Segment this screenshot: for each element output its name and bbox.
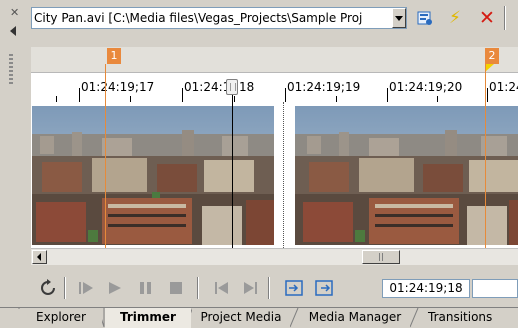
frame-boundary-line — [283, 102, 284, 248]
lightning-icon[interactable]: ⚡ — [444, 8, 466, 28]
add-to-timeline-end-icon[interactable] — [314, 278, 334, 298]
scrollbar-thumb[interactable] — [362, 250, 400, 264]
tab-transitions[interactable]: Transitions — [420, 308, 518, 328]
stop-icon[interactable] — [166, 278, 186, 298]
ruler-tick — [387, 88, 388, 102]
drag-handle[interactable] — [9, 54, 13, 84]
ruler-label: 01:24 — [489, 80, 518, 94]
horizontal-scrollbar[interactable] — [31, 248, 518, 265]
ruler-label: 01:24:19;19 — [287, 80, 361, 94]
transport-separator — [64, 277, 66, 299]
play-icon[interactable] — [105, 278, 125, 298]
marker-2-line — [485, 64, 486, 248]
transport-separator — [268, 277, 270, 299]
ruler-tick — [285, 88, 286, 102]
close-window-icon[interactable]: ✕ — [10, 6, 19, 19]
add-to-timeline-start-icon[interactable] — [284, 278, 304, 298]
marker-2[interactable]: 2 — [485, 48, 499, 64]
tab-media-manager[interactable]: Media Manager — [300, 308, 410, 328]
scroll-left-button[interactable] — [32, 250, 47, 264]
toolbar-separator — [504, 6, 506, 30]
collapse-arrow-icon[interactable] — [10, 26, 16, 36]
media-file-dropdown-value: City Pan.avi [C:\Media files\Vegas_Proje… — [34, 11, 363, 25]
secondary-timecode-display[interactable] — [472, 279, 518, 298]
marker-1-line — [105, 64, 106, 248]
playhead-handle[interactable] — [226, 79, 238, 95]
ruler-tick — [487, 88, 488, 102]
marker-2-flag-icon — [485, 64, 494, 72]
ruler-label: 01:24:1 — [184, 80, 231, 94]
loop-icon[interactable] — [38, 278, 58, 298]
ruler-tick — [182, 88, 183, 102]
close-icon[interactable]: ✕ — [476, 8, 498, 28]
ruler-label: 18 — [239, 80, 255, 94]
marker-1[interactable]: 1 — [107, 48, 121, 64]
timecode-value: 01:24:19;18 — [389, 281, 463, 295]
tab-project-media[interactable]: Project Media — [192, 308, 290, 328]
ruler-label: 01:24:19;20 — [389, 80, 463, 94]
pause-icon[interactable] — [136, 278, 156, 298]
video-frame-thumbnail — [32, 106, 274, 245]
transport-separator — [197, 277, 199, 299]
media-properties-icon[interactable] — [414, 8, 436, 28]
dropdown-arrow-button[interactable] — [392, 8, 406, 28]
next-frame-icon[interactable] — [240, 278, 260, 298]
ruler-tick — [79, 88, 80, 102]
tab-trimmer[interactable]: Trimmer — [105, 308, 191, 328]
ruler-label: 01:24:19;17 — [81, 80, 155, 94]
playhead-line — [232, 95, 233, 248]
tab-explorer[interactable]: Explorer — [20, 308, 102, 328]
play-from-start-icon[interactable] — [76, 278, 96, 298]
previous-frame-icon[interactable] — [212, 278, 232, 298]
window-grip[interactable]: ✕ — [0, 0, 28, 304]
